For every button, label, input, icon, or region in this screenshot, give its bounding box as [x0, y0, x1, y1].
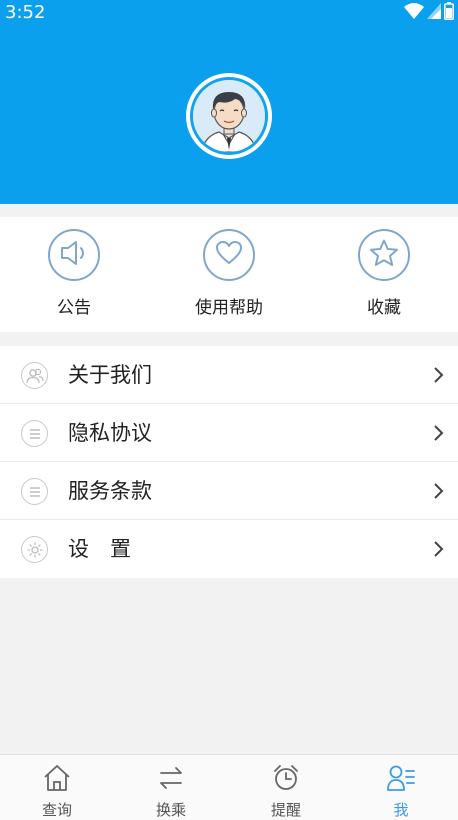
menu-item-label: 隐私协议 — [68, 421, 152, 445]
speaker-icon — [59, 239, 89, 271]
user-avatar-icon — [193, 80, 265, 152]
menu-item-privacy-policy[interactable]: 隐私协议 — [0, 404, 458, 462]
home-icon — [42, 763, 72, 793]
transfer-icon — [156, 763, 186, 793]
list-icon — [21, 420, 48, 447]
status-time: 3:52 — [5, 2, 46, 23]
tab-me[interactable]: 我 — [344, 755, 458, 820]
chevron-right-icon — [433, 424, 445, 442]
chevron-right-icon — [433, 540, 445, 558]
settings-menu: 关于我们 隐私协议 服务条款 设 置 — [0, 346, 458, 578]
profile-header: 3:52 — [0, 0, 458, 204]
quick-action-help[interactable]: 使用帮助 — [169, 229, 289, 329]
tab-reminder[interactable]: 提醒 — [229, 755, 343, 820]
avatar[interactable] — [186, 73, 272, 159]
heart-icon — [215, 240, 243, 270]
menu-item-settings[interactable]: 设 置 — [0, 520, 458, 578]
tab-label: 我 — [393, 801, 409, 819]
list-icon — [21, 478, 48, 505]
menu-item-label: 关于我们 — [68, 363, 152, 387]
bottom-tab-bar: 查询 换乘 提醒 我 — [0, 754, 458, 820]
chevron-right-icon — [433, 366, 445, 384]
menu-item-terms-of-service[interactable]: 服务条款 — [0, 462, 458, 520]
menu-item-about-us[interactable]: 关于我们 — [0, 346, 458, 404]
battery-icon — [444, 2, 454, 24]
quick-actions: 公告 使用帮助 收藏 — [0, 217, 458, 332]
star-icon — [369, 238, 399, 272]
tab-transfer[interactable]: 换乘 — [114, 755, 228, 820]
alarm-clock-icon — [271, 763, 301, 793]
tab-query[interactable]: 查询 — [0, 755, 114, 820]
menu-item-label: 服务条款 — [68, 479, 152, 503]
quick-action-favorites[interactable]: 收藏 — [324, 229, 444, 329]
tab-label: 查询 — [41, 801, 72, 819]
quick-action-label: 公告 — [57, 298, 91, 318]
wifi-icon — [404, 3, 424, 23]
gear-icon — [21, 536, 48, 563]
menu-item-label: 设 置 — [68, 537, 131, 561]
chevron-right-icon — [433, 482, 445, 500]
status-icons — [404, 2, 454, 24]
quick-action-label: 使用帮助 — [195, 298, 263, 318]
status-bar: 3:52 — [0, 0, 458, 26]
quick-action-label: 收藏 — [367, 298, 401, 318]
quick-action-announcement[interactable]: 公告 — [14, 229, 134, 329]
profile-icon — [386, 763, 416, 793]
tab-label: 提醒 — [270, 801, 301, 819]
tab-label: 换乘 — [155, 801, 186, 819]
signal-icon — [427, 3, 441, 23]
users-icon — [21, 362, 48, 389]
